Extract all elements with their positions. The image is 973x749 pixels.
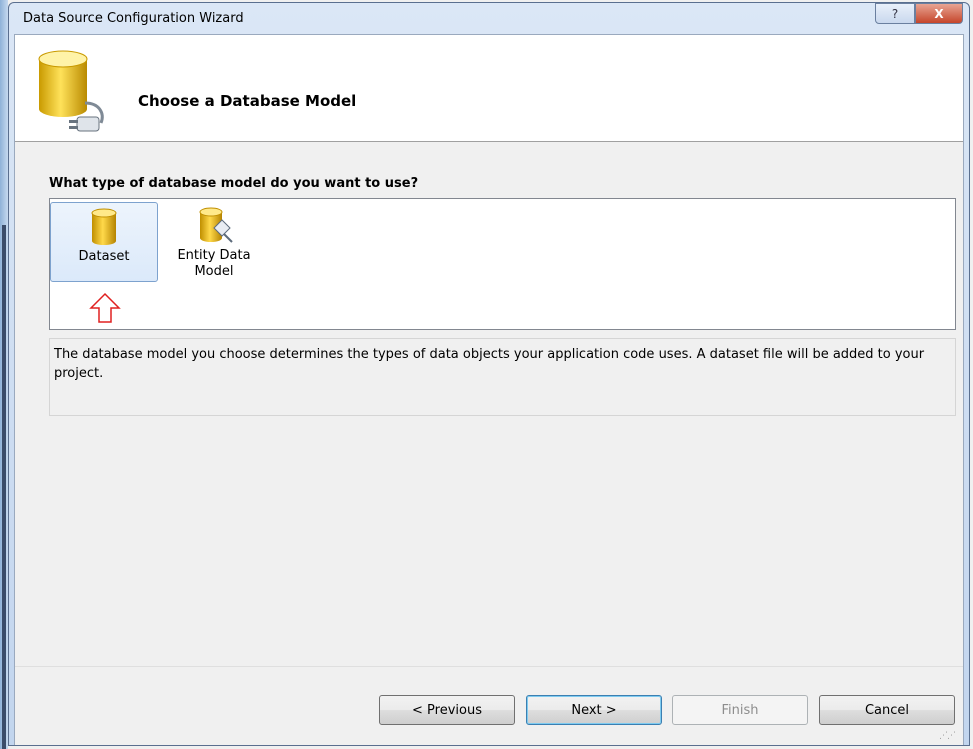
entity-data-model-icon [199,207,233,243]
model-item-entity-data-model[interactable]: Entity Data Model [160,202,268,282]
wizard-header: Choose a Database Model [15,35,963,142]
model-question-label: What type of database model do you want … [49,176,419,191]
model-list[interactable]: Dataset Entity Data Model [49,198,956,330]
model-item-dataset-label: Dataset [78,249,130,264]
next-button[interactable]: Next > [526,695,662,725]
model-item-dataset[interactable]: Dataset [50,202,158,323]
cancel-button[interactable]: Cancel [819,695,955,725]
resize-grip-icon[interactable]: ⋰⋰ [939,731,956,741]
wizard-window: Data Source Configuration Wizard ? X Cho… [8,2,970,746]
database-plug-icon [38,50,104,132]
model-description: The database model you choose determines… [49,338,956,416]
wizard-client-area: Choose a Database Model What type of dat… [14,34,964,745]
close-button[interactable]: X [915,3,963,24]
page-title: Choose a Database Model [138,92,357,110]
finish-button[interactable]: Finish [672,695,808,725]
background-window-edge [0,0,8,749]
footer-separator [15,666,963,667]
help-button[interactable]: ? [875,3,915,24]
title-bar[interactable]: Data Source Configuration Wizard ? X [9,3,969,35]
previous-button[interactable]: < Previous [379,695,515,725]
dataset-icon [91,208,117,245]
background-window-edge-dark [2,225,6,749]
help-icon: ? [891,6,899,21]
model-item-entity-label-line2: Model [194,264,234,279]
up-arrow-annotation-icon [89,292,121,323]
model-item-entity-label-line1: Entity Data [177,248,251,263]
window-title: Data Source Configuration Wizard [23,11,244,26]
close-icon: X [934,6,944,21]
